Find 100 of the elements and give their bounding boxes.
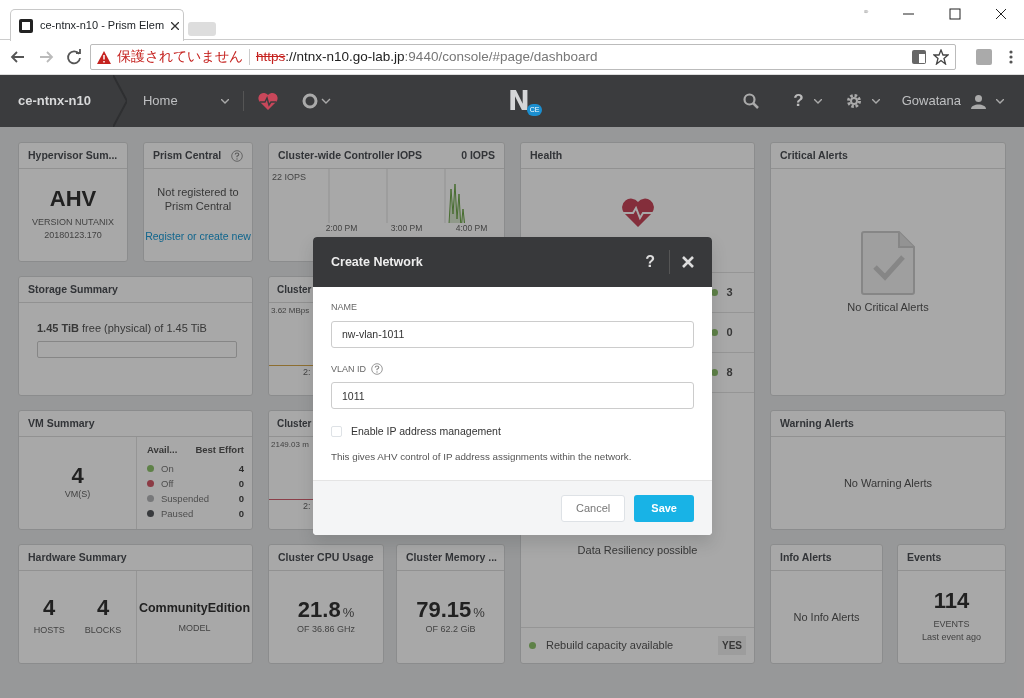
hardware-unit: BLOCKS bbox=[84, 624, 122, 638]
vm-state-label: Paused bbox=[161, 506, 194, 521]
widget-title: Hypervisor Sum... bbox=[28, 147, 118, 163]
widget-title: Prism Central bbox=[153, 147, 222, 163]
field-label: VLAN ID bbox=[331, 362, 366, 376]
status-count: 0 bbox=[725, 325, 734, 341]
heart-icon bbox=[620, 197, 655, 227]
vm-state-label: Suspended bbox=[161, 491, 210, 506]
usage-unit: % bbox=[473, 604, 485, 622]
vm-unit: VM(S) bbox=[64, 488, 91, 502]
usage-value: 79.15 bbox=[416, 598, 472, 623]
home-menu[interactable]: Home bbox=[126, 91, 221, 111]
widget-title: Warning Alerts bbox=[780, 415, 854, 431]
model-label: MODEL bbox=[178, 621, 211, 635]
vm-state-count: 0 bbox=[238, 491, 244, 506]
document-check-icon bbox=[861, 231, 915, 295]
help-icon[interactable] bbox=[371, 363, 383, 376]
hardware-count: 4 bbox=[43, 596, 56, 621]
url-text: https://ntnx-n10.go-lab.jp:9440/console/#page/dashboard bbox=[256, 47, 599, 66]
status-value: YES bbox=[718, 636, 746, 655]
dialog-title: Create Network bbox=[331, 253, 424, 271]
last-event-text: Last event ago bbox=[921, 631, 981, 645]
usage-total: OF 62.2 GiB bbox=[425, 622, 476, 636]
vm-state-count: 0 bbox=[238, 506, 244, 521]
widget-title: Events bbox=[907, 549, 942, 565]
hardware-count: 4 bbox=[96, 596, 110, 621]
widget-title: Hardware Summary bbox=[28, 549, 127, 565]
settings-icon[interactable] bbox=[845, 93, 862, 109]
user-name[interactable]: Gowatana bbox=[901, 91, 961, 111]
star-icon[interactable] bbox=[933, 49, 949, 65]
caret-icon bbox=[996, 98, 1004, 104]
address-bar[interactable]: 保護されていません https://ntnx-n10.go-lab.jp:9440/console/#page/dashboard bbox=[90, 44, 956, 70]
empty-message: No Warning Alerts bbox=[843, 475, 933, 491]
text-field[interactable]: nw-vlan-1011 bbox=[331, 320, 694, 348]
tab-title: ce-ntnx-n10 - Prism Elem bbox=[40, 18, 165, 34]
help-icon[interactable] bbox=[231, 149, 243, 162]
checkbox-label: Enable IP address management bbox=[351, 424, 501, 439]
hypervisor-name: AHV bbox=[49, 187, 97, 212]
iops-reading: 0 IOPS bbox=[461, 147, 495, 163]
vm-state-count: 4 bbox=[238, 461, 244, 476]
security-warning: 保護されていません bbox=[117, 47, 243, 66]
caret-icon bbox=[871, 98, 880, 104]
column-header: Best Effort bbox=[195, 443, 244, 457]
app-icon bbox=[19, 18, 33, 33]
widget-title: Cluster bbox=[277, 283, 312, 297]
vm-state-count: 0 bbox=[238, 476, 244, 491]
cluster-name[interactable]: ce-ntnx-n10 bbox=[0, 91, 113, 111]
widget-title: Cluster CPU Usage bbox=[278, 549, 374, 565]
axis-tick-label: 2: bbox=[303, 500, 311, 513]
storage-usage-text: 1.45 TiB free (physical) of 1.45 TiB bbox=[37, 320, 207, 336]
version-label: VERSION NUTANIX bbox=[32, 215, 114, 229]
widget-title: Info Alerts bbox=[780, 549, 832, 565]
checkbox[interactable] bbox=[331, 426, 342, 438]
status-count: 3 bbox=[725, 285, 734, 301]
search-icon[interactable] bbox=[743, 93, 760, 109]
warning-icon bbox=[97, 50, 111, 64]
vm-state-label: On bbox=[161, 461, 174, 476]
user-icon[interactable] bbox=[971, 93, 986, 109]
usage-total: OF 36.86 GHz bbox=[297, 622, 355, 636]
widget-title: Critical Alerts bbox=[780, 147, 848, 163]
close-icon[interactable] bbox=[171, 21, 180, 30]
circle-icon[interactable] bbox=[301, 93, 332, 109]
caret-icon bbox=[813, 98, 822, 104]
axis-max-label: 22 IOPS bbox=[271, 171, 308, 184]
axis-tick-label: 2:00 PM bbox=[325, 224, 358, 233]
empty-message: No Critical Alerts bbox=[847, 300, 929, 315]
model-name: CommunityEdition bbox=[138, 599, 251, 617]
rebuild-status: Rebuild capacity available bbox=[546, 638, 674, 654]
field-label: NAME bbox=[331, 301, 357, 314]
usage-unit: % bbox=[342, 604, 355, 622]
widget-title: Cluster bbox=[277, 417, 312, 431]
event-count: 114 bbox=[933, 589, 970, 614]
widget-title: Cluster-wide Controller IOPS bbox=[278, 147, 423, 163]
axis-max-label: 2149.03 m bbox=[270, 439, 310, 451]
cancel-button[interactable]: Cancel bbox=[561, 494, 626, 522]
column-header: Avail... bbox=[147, 443, 178, 457]
help-text: This gives AHV control of IP address assignments within the network. bbox=[331, 449, 633, 464]
hardware-unit: HOSTS bbox=[33, 624, 65, 638]
vm-count: 4 bbox=[71, 464, 84, 489]
axis-max-label: 3.62 MBps bbox=[270, 305, 311, 317]
build-number: 20180123.170 bbox=[44, 229, 102, 243]
usage-value: 21.8 bbox=[297, 598, 341, 623]
help-button[interactable]: ? bbox=[631, 250, 670, 274]
status-count: 8 bbox=[725, 365, 734, 381]
status-message: Not registered to Prism Central bbox=[156, 184, 240, 214]
axis-tick-label: 3:00 PM bbox=[390, 224, 423, 233]
axis-tick-label: 4:00 PM bbox=[455, 224, 488, 233]
caret-icon bbox=[220, 98, 229, 104]
widget-title: Health bbox=[530, 147, 563, 163]
help-menu[interactable]: ? bbox=[793, 88, 804, 114]
event-unit: EVENTS bbox=[933, 617, 970, 631]
browser-tab[interactable]: ce-ntnx-n10 - Prism Elem bbox=[10, 9, 184, 41]
vm-state-label: Off bbox=[161, 476, 174, 491]
axis-tick-label: 2: bbox=[303, 366, 311, 379]
text-field[interactable]: 1011 bbox=[331, 382, 694, 409]
widget-title: VM Summary bbox=[28, 415, 95, 431]
empty-message: No Info Alerts bbox=[793, 609, 860, 625]
widget-title: Storage Summary bbox=[28, 281, 118, 297]
widget-title: Cluster Memory ... bbox=[406, 549, 498, 565]
resiliency-status: Data Resiliency possible bbox=[576, 543, 699, 558]
